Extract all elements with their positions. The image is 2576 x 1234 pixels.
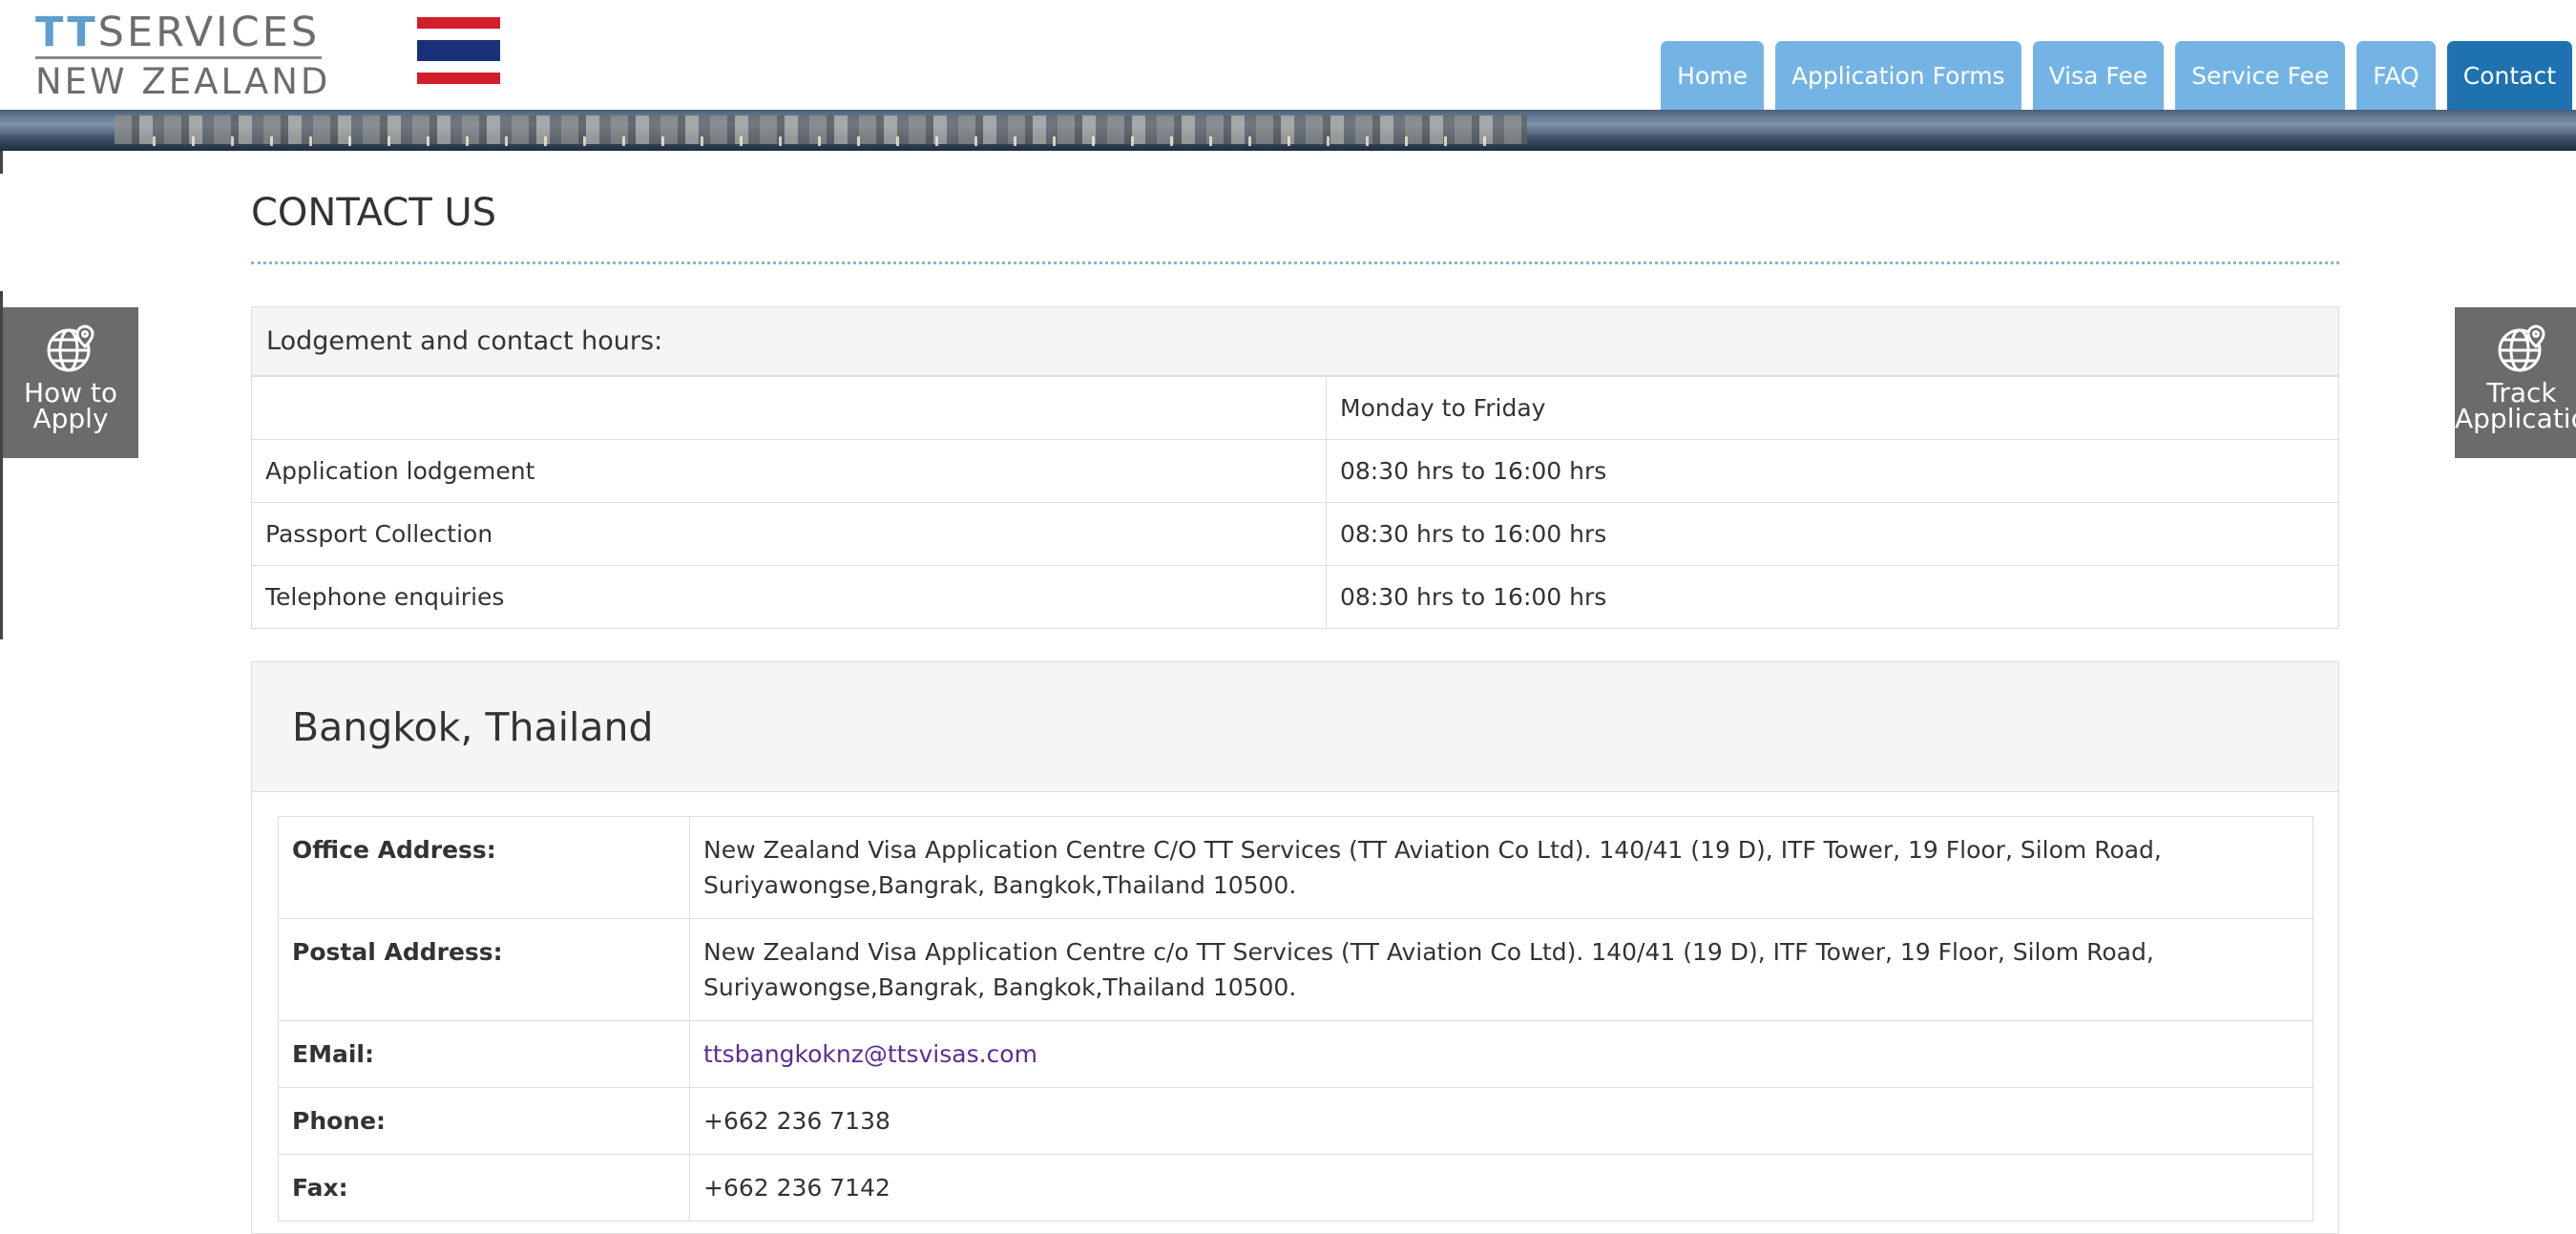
contact-table: Office Address: New Zealand Visa Applica… [278, 816, 2314, 1222]
site-logo[interactable]: TTSERVICES NEW ZEALAND [35, 11, 330, 101]
logo-rule [35, 56, 322, 59]
contact-label: Postal Address: [278, 918, 690, 1021]
nav-home[interactable]: Home [1661, 41, 1764, 110]
flag-stripe [417, 17, 500, 29]
flag-stripe [417, 61, 500, 73]
table-row: Telephone enquiries 08:30 hrs to 16:00 h… [252, 565, 2338, 628]
nav-visa-fee[interactable]: Visa Fee [2032, 41, 2165, 110]
hours-panel: Lodgement and contact hours: Monday to F… [251, 306, 2339, 629]
contact-table-wrap: Office Address: New Zealand Visa Applica… [278, 816, 2314, 1222]
table-row: Phone: +662 236 7138 [278, 1087, 2314, 1155]
postal-address-value: New Zealand Visa Application Centre c/o … [689, 918, 2314, 1021]
title-divider [251, 261, 2339, 264]
how-to-apply-tab[interactable]: How to Apply [3, 307, 138, 458]
header-banner-image [0, 110, 2576, 151]
office-address-value: New Zealand Visa Application Centre C/O … [703, 836, 2162, 899]
contact-label: EMail: [278, 1020, 690, 1088]
nav-faq[interactable]: FAQ [2356, 41, 2436, 110]
how-to-apply-line2: Apply [32, 403, 109, 434]
hours-label: Passport Collection [252, 502, 1327, 566]
hours-value: 08:30 hrs to 16:00 hrs [1326, 502, 2338, 566]
email-cell: ttsbangkoknz@ttsvisas.com [689, 1020, 2314, 1088]
hours-label [252, 377, 1327, 440]
contact-label: Phone: [278, 1087, 690, 1155]
hours-value: Monday to Friday [1340, 394, 1546, 422]
table-row: Office Address: New Zealand Visa Applica… [278, 816, 2314, 919]
flag-stripe [417, 29, 500, 40]
table-row: Fax: +662 236 7142 [278, 1154, 2314, 1222]
page-title: CONTACT US [251, 191, 497, 235]
banner-lights [153, 136, 1489, 146]
table-row: Monday to Friday [252, 377, 2338, 440]
thailand-flag-icon[interactable] [417, 17, 500, 84]
left-edge-bar [0, 151, 3, 174]
logo-tt: TT [35, 9, 98, 56]
flag-stripe [417, 73, 500, 84]
contact-label: Fax: [278, 1154, 690, 1222]
nav-contact[interactable]: Contact [2446, 41, 2572, 110]
logo-services: SERVICES [97, 9, 321, 56]
flag-stripe [417, 40, 500, 61]
how-to-apply-line1: How to [23, 377, 118, 408]
nav-service-fee[interactable]: Service Fee [2175, 41, 2346, 110]
main-nav: Home Application Forms Visa Fee Service … [1661, 41, 2572, 110]
email-link[interactable]: ttsbangkoknz@ttsvisas.com [703, 1040, 1037, 1068]
globe-pin-icon [47, 324, 94, 372]
contact-label: Office Address: [278, 816, 690, 919]
table-row: Postal Address: New Zealand Visa Applica… [278, 918, 2314, 1021]
hours-value: 08:30 hrs to 16:00 hrs [1326, 565, 2338, 628]
table-row: Passport Collection 08:30 hrs to 16:00 h… [252, 502, 2338, 566]
phone-value: +662 236 7138 [689, 1087, 2314, 1155]
office-city-heading: Bangkok, Thailand [252, 662, 2338, 792]
office-panel: Bangkok, Thailand Office Address: New Ze… [251, 661, 2339, 1234]
globe-pin-icon [2498, 324, 2545, 372]
logo-new-zealand: NEW ZEALAND [35, 61, 331, 102]
hours-table: Monday to Friday Application lodgement 0… [252, 377, 2338, 628]
hours-label: Application lodgement [252, 439, 1327, 503]
table-row: Application lodgement 08:30 hrs to 16:00… [252, 439, 2338, 503]
hours-label: Telephone enquiries [252, 565, 1327, 628]
site-header: TTSERVICES NEW ZEALAND Home Application … [0, 0, 2576, 110]
track-application-line1: Track [2486, 377, 2557, 408]
hours-heading: Lodgement and contact hours: [252, 307, 2338, 377]
hours-value: 08:30 hrs to 16:00 hrs [1326, 439, 2338, 503]
nav-application-forms[interactable]: Application Forms [1774, 41, 2021, 110]
fax-value: +662 236 7142 [689, 1154, 2314, 1222]
track-application-tab[interactable]: Track Application [2455, 307, 2576, 458]
track-application-line2: Application [2455, 403, 2576, 434]
table-row: EMail: ttsbangkoknz@ttsvisas.com [278, 1020, 2314, 1088]
